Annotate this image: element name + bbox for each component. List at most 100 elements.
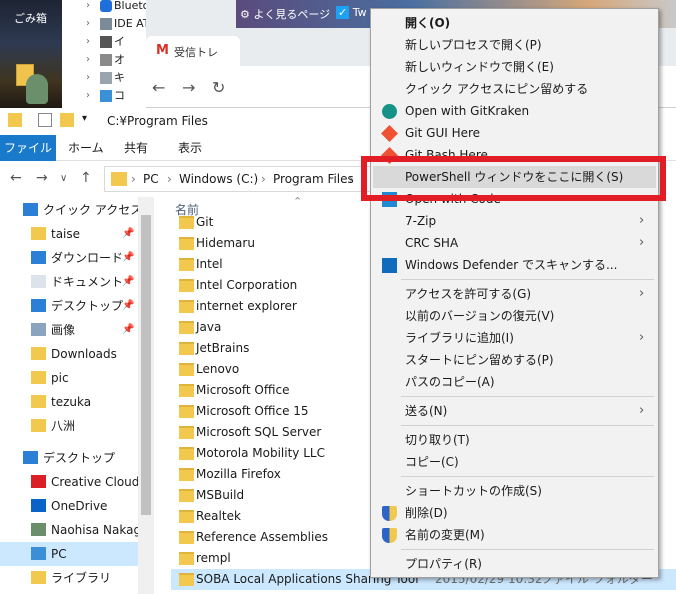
breadcrumb-drive[interactable]: Windows (C:)	[179, 172, 258, 186]
breadcrumb-folder[interactable]: Program Files	[273, 172, 354, 186]
folder-icon	[179, 447, 194, 460]
browser-tab[interactable]: M 受信トレ	[146, 36, 240, 66]
recycle-bin-label: ごみ箱	[14, 12, 47, 25]
context-menu-item[interactable]: 新しいウィンドウで開く(E)	[373, 56, 656, 78]
context-menu-item[interactable]: CRC SHA ›	[373, 232, 656, 254]
customize-toolbar-icon[interactable]: ▾	[82, 113, 87, 127]
nav-item[interactable]: 八洲	[0, 414, 138, 438]
context-menu-item[interactable]: 新しいプロセスで開く(P)	[373, 34, 656, 56]
back-arrow-icon[interactable]: ←	[10, 170, 22, 186]
context-menu-item[interactable]: 削除(D)	[373, 502, 656, 524]
context-menu-item[interactable]: アクセスを許可する(G) ›	[373, 283, 656, 305]
file-name: Microsoft Office 15	[196, 404, 309, 418]
chevron-right-icon[interactable]: ›	[261, 172, 266, 186]
properties-icon[interactable]	[38, 113, 52, 127]
menu-separator	[401, 549, 654, 550]
context-menu-item[interactable]: プロパティ(R)	[373, 553, 656, 575]
bookmark-frequent[interactable]: ⚙ よく見るページ	[240, 6, 330, 22]
bluetooth-icon	[100, 0, 112, 12]
context-menu-label: Windows Defender でスキャンする...	[405, 258, 618, 272]
defender-icon	[382, 258, 397, 273]
bookmark-twitter[interactable]: ✓ Tw	[336, 6, 367, 19]
address-bar[interactable]: › PC › Windows (C:) › Program Files ›	[104, 166, 404, 192]
expand-arrow-icon[interactable]: ›	[86, 50, 90, 70]
nav-item[interactable]: Naohisa Nakaga	[0, 518, 148, 542]
nav-item[interactable]: Creative Cloud F	[0, 470, 150, 494]
breadcrumb-pc[interactable]: PC	[143, 172, 159, 186]
tab-file[interactable]: ファイル	[0, 135, 56, 161]
nav-item-label: デスクトップ	[43, 451, 116, 465]
pin-icon: 📌	[122, 276, 135, 287]
nav-item[interactable]: PC	[0, 542, 138, 566]
context-menu-item[interactable]: Open with GitKraken	[373, 100, 656, 122]
folder-icon	[179, 531, 194, 544]
context-menu-item[interactable]: Windows Defender でスキャンする...	[373, 254, 656, 276]
nav-scrollbar[interactable]	[138, 197, 154, 594]
tab-home[interactable]: ホーム	[58, 135, 114, 161]
context-menu-label: Git GUI Here	[405, 126, 481, 140]
nav-item[interactable]: tezuka	[0, 390, 138, 414]
context-menu-item[interactable]: パスのコピー(A)	[373, 371, 656, 393]
file-name: Intel	[196, 257, 223, 271]
context-menu-item[interactable]: コピー(C)	[373, 451, 656, 473]
gmail-icon: M	[156, 43, 169, 58]
context-menu-item[interactable]: 名前の変更(M)	[373, 524, 656, 546]
recent-locations-icon[interactable]: ∨	[60, 173, 67, 184]
expand-arrow-icon[interactable]: ›	[86, 32, 90, 52]
tab-view[interactable]: 表示	[168, 135, 212, 161]
chevron-right-icon[interactable]: ›	[131, 172, 136, 186]
nav-item[interactable]: ダウンロード 📌	[0, 246, 138, 270]
nav-item[interactable]: ドキュメント 📌	[0, 270, 138, 294]
nav-item[interactable]: クイック アクセス	[0, 198, 142, 222]
chevron-right-icon[interactable]: ›	[349, 172, 354, 186]
nav-item[interactable]: 画像 📌	[0, 318, 138, 342]
context-menu-item[interactable]: Git GUI Here	[373, 122, 656, 144]
back-arrow-icon[interactable]: ←	[152, 78, 165, 97]
context-menu-item[interactable]: 切り取り(T)	[373, 429, 656, 451]
file-name: Hidemaru	[196, 236, 255, 250]
pin-icon: 📌	[122, 324, 135, 335]
file-name: Reference Assemblies	[196, 530, 328, 544]
forward-arrow-icon[interactable]: →	[36, 170, 48, 186]
context-menu-item[interactable]: ライブラリに追加(I) ›	[373, 327, 656, 349]
context-menu-label: 切り取り(T)	[405, 433, 470, 447]
nav-item[interactable]: Downloads	[0, 342, 138, 366]
reload-icon[interactable]: ↻	[212, 78, 225, 97]
context-menu-item[interactable]: ショートカットの作成(S)	[373, 480, 656, 502]
nav-item[interactable]: OneDrive	[0, 494, 138, 518]
context-menu-item[interactable]: スタートにピン留めする(P)	[373, 349, 656, 371]
tab-share[interactable]: 共有	[114, 135, 158, 161]
forward-arrow-icon[interactable]: →	[182, 78, 195, 97]
desktop-user-icon[interactable]	[26, 74, 48, 104]
gear-icon: ⚙	[240, 8, 250, 21]
sort-arrow-icon: ⌃	[293, 197, 303, 208]
file-name: Intel Corporation	[196, 278, 298, 292]
context-menu-item[interactable]: 以前のバージョンの復元(V)	[373, 305, 656, 327]
device-icon	[100, 36, 112, 48]
file-name: Mozilla Firefox	[196, 467, 281, 481]
expand-arrow-icon[interactable]: ›	[86, 14, 90, 34]
context-menu-item[interactable]: 7-Zip ›	[373, 210, 656, 232]
file-name: JetBrains	[196, 341, 250, 355]
folder-icon	[179, 489, 194, 502]
chevron-right-icon[interactable]: ›	[167, 172, 172, 186]
folder-icon	[31, 395, 46, 408]
nav-item[interactable]: taise 📌	[0, 222, 138, 246]
nav-item-label: ライブラリ	[51, 571, 112, 585]
new-folder-icon[interactable]	[60, 113, 74, 127]
nav-item[interactable]: デスクトップ	[0, 446, 138, 470]
context-menu-item[interactable]: 送る(N) ›	[373, 400, 656, 422]
scrollbar-thumb[interactable]	[141, 215, 151, 515]
nav-item[interactable]: ライブラリ	[0, 566, 138, 590]
expand-arrow-icon[interactable]: ›	[86, 86, 90, 106]
context-menu-label: コピー(C)	[405, 455, 459, 469]
context-menu-item[interactable]: 開く(O)	[373, 12, 656, 34]
pin-icon: 📌	[122, 300, 135, 311]
nav-item[interactable]: pic	[0, 366, 138, 390]
expand-arrow-icon[interactable]: ›	[86, 68, 90, 88]
file-name: Motorola Mobility LLC	[196, 446, 325, 460]
context-menu-item[interactable]: クイック アクセスにピン留めする	[373, 78, 656, 100]
up-arrow-icon[interactable]: ↑	[80, 170, 92, 186]
tab-title: 受信トレ	[174, 46, 218, 59]
nav-item[interactable]: デスクトップ 📌	[0, 294, 138, 318]
